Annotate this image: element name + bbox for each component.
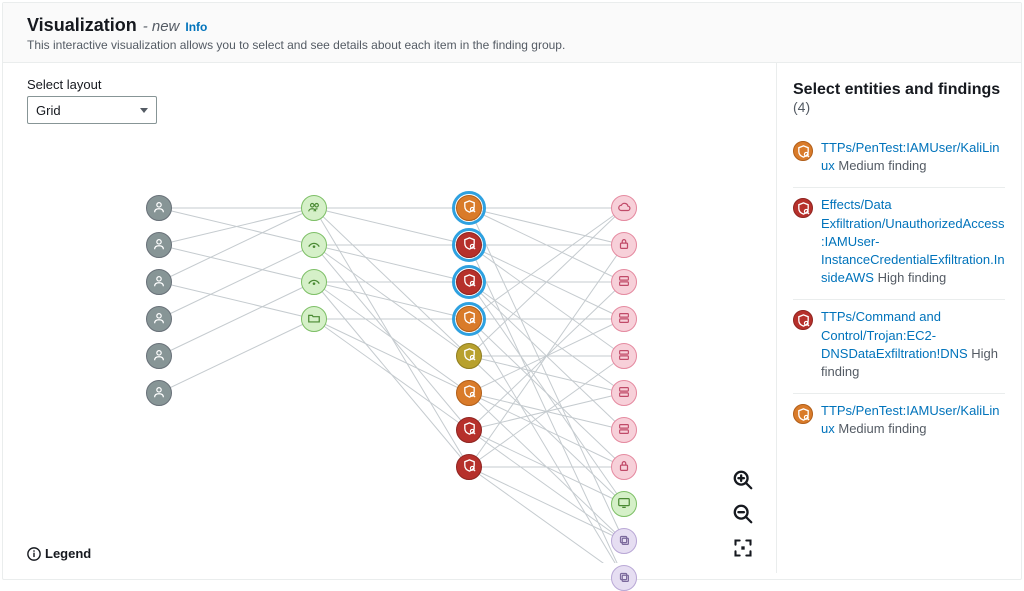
graph-node-d3[interactable] — [611, 306, 637, 332]
zoom-in-button[interactable] — [730, 467, 756, 493]
copy-icon — [617, 570, 631, 587]
selection-sidebar: Select entities and findings (4) TTPs/Pe… — [776, 63, 1021, 573]
graph-node-a4[interactable] — [146, 343, 172, 369]
finding-link[interactable]: TTPs/Command and Control/Trojan:EC2-DNSD… — [821, 309, 968, 360]
graph-node-b0[interactable] — [301, 195, 327, 221]
sidebar-title: Select entities and findings (4) — [793, 81, 1005, 117]
info-link[interactable]: Info — [185, 20, 207, 34]
copy-icon — [617, 533, 631, 550]
finding-icon — [462, 458, 477, 476]
zoom-out-button[interactable] — [730, 501, 756, 527]
finding-icon — [462, 421, 477, 439]
finding-item: Effects/Data Exfiltration/UnauthorizedAc… — [793, 188, 1005, 300]
info-icon — [27, 547, 41, 561]
lock-icon — [617, 237, 631, 254]
graph-node-d4[interactable] — [611, 343, 637, 369]
server-icon — [617, 274, 631, 291]
role-icon — [307, 274, 321, 291]
server-icon — [617, 311, 631, 328]
zoom-controls — [730, 467, 756, 561]
graph-node-d6[interactable] — [611, 417, 637, 443]
finding-item: TTPs/PenTest:IAMUser/KaliLinux Medium fi… — [793, 394, 1005, 450]
graph-node-c2[interactable] — [456, 269, 482, 295]
graph-node-a5[interactable] — [146, 380, 172, 406]
layout-select-value: Grid — [36, 103, 61, 118]
panel-subtitle: This interactive visualization allows yo… — [27, 38, 997, 52]
graph-node-d5[interactable] — [611, 380, 637, 406]
user-icon — [152, 348, 166, 365]
finding-severity: Medium finding — [838, 421, 926, 436]
graph-node-b2[interactable] — [301, 269, 327, 295]
graph-node-a2[interactable] — [146, 269, 172, 295]
finding-icon — [793, 198, 813, 218]
finding-icon — [462, 236, 477, 254]
graph-node-c7[interactable] — [456, 454, 482, 480]
graph-node-c1[interactable] — [456, 232, 482, 258]
finding-icon — [793, 310, 813, 330]
layout-select[interactable]: Grid — [27, 96, 157, 124]
server-icon — [617, 385, 631, 402]
server-icon — [617, 422, 631, 439]
graph-node-c0[interactable] — [456, 195, 482, 221]
panel-title: Visualization — [27, 15, 137, 36]
findings-list: TTPs/PenTest:IAMUser/KaliLinux Medium fi… — [793, 131, 1005, 450]
cloud-icon — [617, 200, 631, 217]
graph-node-d2[interactable] — [611, 269, 637, 295]
user-icon — [152, 385, 166, 402]
graph-node-d9[interactable] — [611, 528, 637, 554]
chevron-down-icon — [140, 108, 148, 113]
monitor-icon — [617, 496, 631, 513]
finding-item: TTPs/PenTest:IAMUser/KaliLinux Medium fi… — [793, 131, 1005, 188]
role-icon — [307, 237, 321, 254]
fit-screen-button[interactable] — [730, 535, 756, 561]
finding-icon — [462, 199, 477, 217]
finding-severity: High finding — [878, 270, 947, 285]
group-icon — [307, 200, 321, 217]
graph-node-d10[interactable] — [611, 565, 637, 591]
graph-node-c6[interactable] — [456, 417, 482, 443]
user-icon — [152, 237, 166, 254]
graph-node-d7[interactable] — [611, 454, 637, 480]
graph-node-a0[interactable] — [146, 195, 172, 221]
graph-node-a1[interactable] — [146, 232, 172, 258]
finding-icon — [462, 310, 477, 328]
graph-node-d1[interactable] — [611, 232, 637, 258]
new-badge: - new — [143, 18, 180, 35]
graph-node-d8[interactable] — [611, 491, 637, 517]
user-icon — [152, 274, 166, 291]
visualization-panel: Visualization - new Info This interactiv… — [2, 2, 1022, 580]
folder-icon — [307, 311, 321, 328]
finding-icon — [793, 404, 813, 424]
graph-node-d0[interactable] — [611, 195, 637, 221]
finding-icon — [462, 273, 477, 291]
user-icon — [152, 311, 166, 328]
zoom-out-icon — [732, 503, 754, 525]
layout-select-label: Select layout — [27, 77, 756, 92]
finding-severity: Medium finding — [838, 158, 926, 173]
user-icon — [152, 200, 166, 217]
zoom-in-icon — [732, 469, 754, 491]
graph-node-a3[interactable] — [146, 306, 172, 332]
server-icon — [617, 348, 631, 365]
graph-area[interactable]: Select layout Grid Legend — [3, 63, 776, 573]
graph-node-c3[interactable] — [456, 306, 482, 332]
graph-node-b1[interactable] — [301, 232, 327, 258]
sidebar-count: (4) — [793, 99, 810, 115]
finding-item: TTPs/Command and Control/Trojan:EC2-DNSD… — [793, 300, 1005, 394]
finding-icon — [462, 384, 477, 402]
panel-header: Visualization - new Info This interactiv… — [3, 3, 1021, 63]
graph-node-c5[interactable] — [456, 380, 482, 406]
finding-icon — [793, 141, 813, 161]
legend-label: Legend — [45, 546, 91, 561]
fit-screen-icon — [733, 538, 753, 558]
finding-icon — [462, 347, 477, 365]
graph-edges — [3, 63, 763, 563]
legend-toggle[interactable]: Legend — [27, 546, 91, 561]
lock-icon — [617, 459, 631, 476]
graph-node-c4[interactable] — [456, 343, 482, 369]
graph-node-b3[interactable] — [301, 306, 327, 332]
